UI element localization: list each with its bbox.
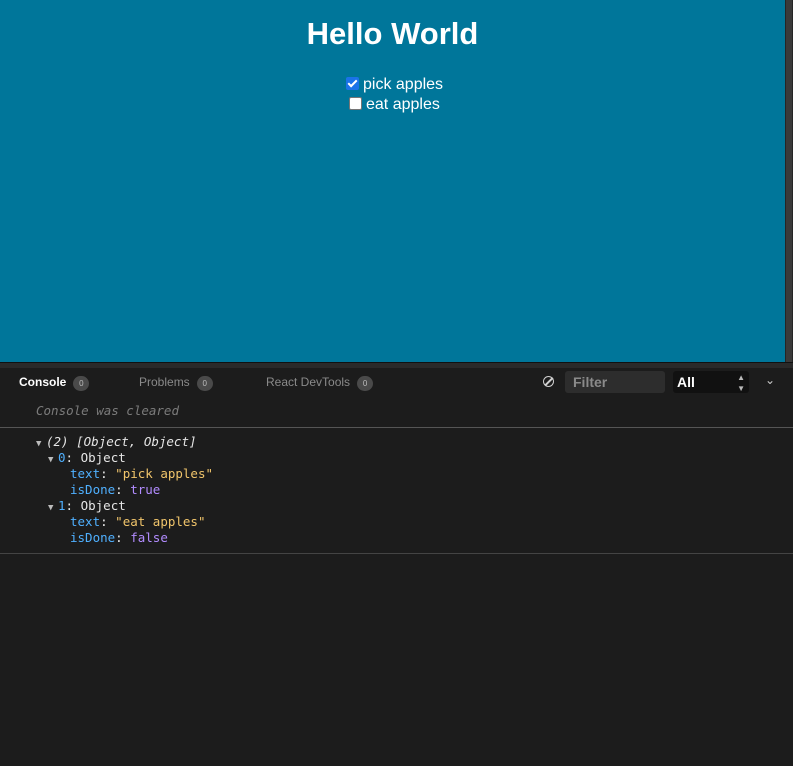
expand-triangle-icon[interactable]: ▼ (48, 452, 58, 468)
tab-label: React DevTools (266, 375, 351, 389)
todo-checkbox-unchecked[interactable] (349, 97, 362, 110)
todo-item: pick apples (346, 75, 443, 95)
select-arrows-icon: ▲ ▼ (737, 373, 745, 393)
console-cleared-message: Console was cleared (36, 403, 179, 418)
todo-label: eat apples (366, 96, 440, 113)
todo-checkbox-checked[interactable] (346, 77, 359, 90)
expand-triangle-icon[interactable]: ▼ (48, 500, 58, 516)
app-preview: Hello World pick apples eat apples (0, 0, 785, 362)
todo-label: pick apples (363, 76, 444, 93)
page-title: Hello World (306, 16, 479, 51)
log-property-row: text: "eat apples" (70, 514, 206, 529)
count-badge: 0 (73, 376, 90, 391)
chevron-down-icon[interactable]: ⌄ (765, 373, 777, 387)
log-level-value: All (677, 374, 695, 390)
count-badge: 0 (196, 376, 213, 391)
divider (0, 427, 793, 428)
log-property-row: isDone: true (70, 482, 161, 497)
count-badge: 0 (357, 376, 374, 391)
divider (0, 553, 793, 554)
tab-problems[interactable]: Problems 0 (139, 375, 213, 391)
tab-label: Problems (139, 375, 190, 389)
todo-item: eat apples (349, 95, 440, 115)
preview-scrollbar-thumb[interactable] (786, 0, 792, 368)
clear-console-icon[interactable] (543, 376, 554, 387)
tab-console[interactable]: Console 0 (19, 375, 90, 391)
tab-label: Console (19, 375, 67, 389)
expand-triangle-icon[interactable]: ▼ (36, 436, 46, 452)
log-level-select[interactable]: All ▲ ▼ (673, 371, 749, 393)
log-property-row: text: "pick apples" (70, 466, 214, 481)
filter-input[interactable] (565, 371, 665, 393)
log-property-row: isDone: false (70, 530, 168, 545)
tab-react-devtools[interactable]: React DevTools 0 (266, 375, 374, 391)
